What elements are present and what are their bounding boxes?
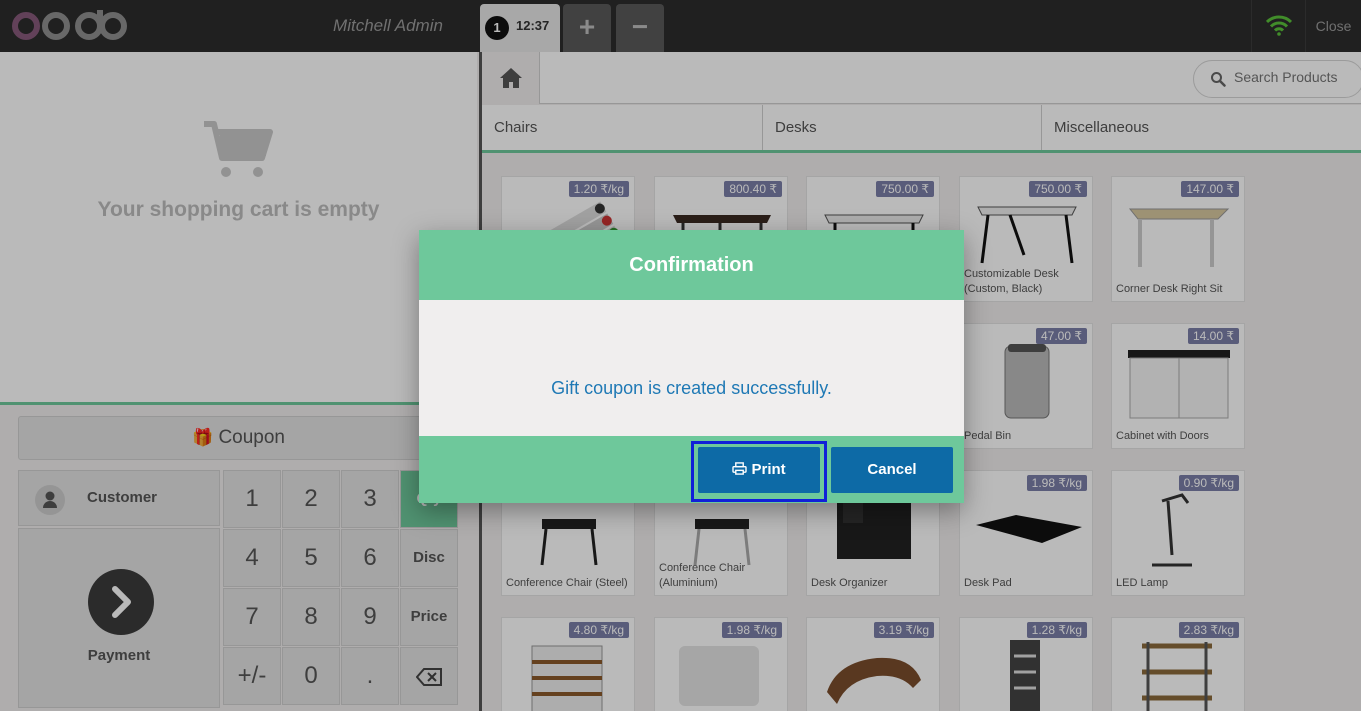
dialog-title: Confirmation [419, 230, 964, 300]
cancel-button[interactable]: Cancel [831, 447, 953, 493]
print-label: Print [751, 461, 786, 478]
print-button[interactable]: Print [698, 447, 820, 493]
dialog-body: Gift coupon is created successfully. [419, 300, 964, 436]
dialog-message: Gift coupon is created successfully. [551, 378, 832, 398]
printer-icon [732, 462, 748, 475]
confirmation-dialog: Confirmation Gift coupon is created succ… [419, 230, 964, 503]
dialog-footer: Print Cancel [419, 436, 964, 503]
